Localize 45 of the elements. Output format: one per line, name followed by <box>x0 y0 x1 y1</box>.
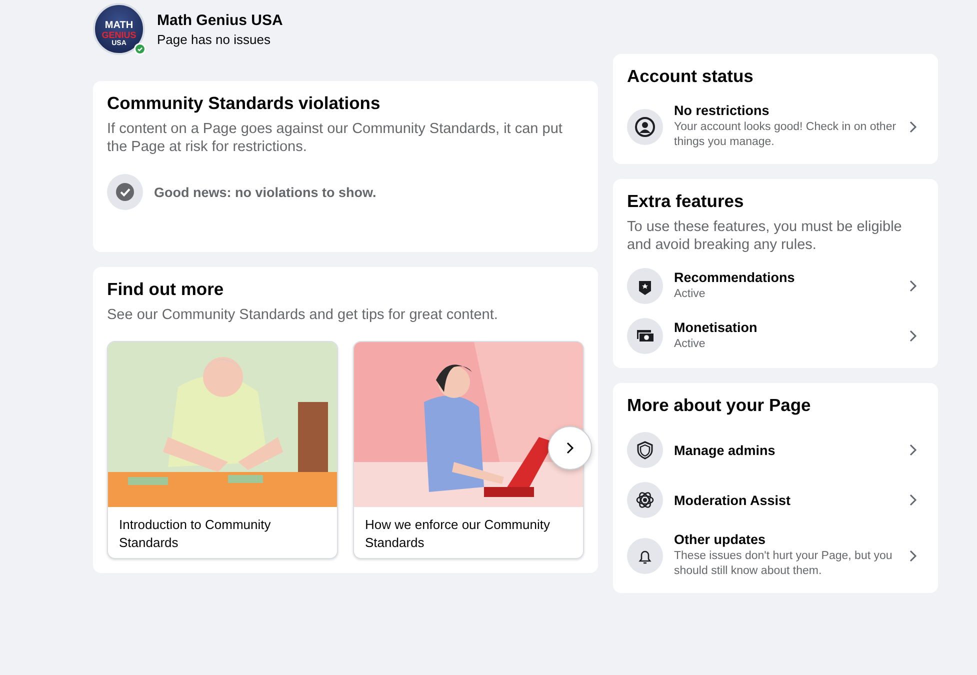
chevron-right-icon <box>908 328 918 344</box>
row-subtitle: These issues don't hurt your Page, but you should still know about them. <box>674 549 894 579</box>
chevron-right-icon <box>908 442 918 458</box>
chevron-right-icon <box>908 118 918 134</box>
card-description: See our Community Standards and get tips for great content. <box>107 306 499 324</box>
card-title: Find out more <box>107 279 225 300</box>
card-title: More about your Page <box>627 395 812 416</box>
card-title: Community Standards violations <box>107 93 382 114</box>
chevron-right-icon <box>908 492 918 508</box>
article-caption: Introduction to Community Standards <box>118 516 272 552</box>
card-title: Account status <box>627 66 754 87</box>
page-status: Page has no issues <box>157 32 272 46</box>
person-circle-icon <box>627 108 663 144</box>
article-caption: How we enforce our Community Standards <box>364 516 551 552</box>
page-name[interactable]: Math Genius USA <box>157 12 283 28</box>
article-card[interactable]: Introduction to Community Standards <box>107 341 338 559</box>
row-title: Manage admins <box>674 442 776 458</box>
cash-icon <box>627 318 663 354</box>
article-card[interactable]: How we enforce our Community Standards <box>353 341 584 559</box>
card-description: To use these features, you must be eligible and avoid breaking any rules. <box>627 218 903 254</box>
row-title: Monetisation <box>674 320 758 335</box>
row-subtitle: Active <box>674 287 706 302</box>
chevron-right-icon <box>565 441 575 455</box>
settings-row[interactable]: Manage admins <box>627 432 924 468</box>
settings-row[interactable]: Recommendations Active <box>627 268 924 304</box>
settings-row[interactable]: Moderation Assist <box>627 482 924 518</box>
row-title: No restrictions <box>674 103 770 118</box>
row-title: Moderation Assist <box>674 492 792 508</box>
card-title: Extra features <box>627 191 745 212</box>
bell-icon <box>627 538 663 574</box>
star-badge-icon <box>627 268 663 304</box>
result-message: Good news: no violations to show. <box>154 184 376 200</box>
row-title: Recommendations <box>674 270 796 285</box>
settings-row[interactable]: Other updates These issues don't hurt your Page, but you should still know about them. <box>627 532 924 579</box>
row-subtitle: Your account looks good! Check in on other things you manage. <box>674 120 897 150</box>
atom-icon <box>627 482 663 518</box>
row-subtitle: Active <box>674 337 706 352</box>
shield-icon <box>627 432 663 468</box>
settings-row[interactable]: No restrictions Your account looks good! Check in on other things you manage. <box>627 103 924 150</box>
chevron-right-icon <box>908 548 918 564</box>
check-circle-icon <box>107 174 143 210</box>
chevron-right-icon <box>908 278 918 294</box>
card-description: If content on a Page goes against our Community Standards, it can put the Page at risk for restrictions. <box>107 120 564 156</box>
settings-row[interactable]: Monetisation Active <box>627 318 924 354</box>
row-title: Other updates <box>674 532 767 547</box>
